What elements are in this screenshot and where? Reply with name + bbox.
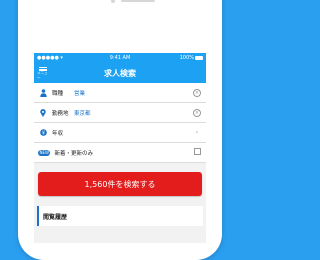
nav-bar: メニュー 求人検索 xyxy=(34,63,206,83)
phone-speaker xyxy=(121,0,155,2)
checkbox-icon[interactable] xyxy=(192,148,202,157)
menu-button[interactable]: メニュー xyxy=(37,65,49,81)
status-bar: ●●●●● ▾ 9:41 AM 100% xyxy=(34,53,206,63)
filter-row-job-type[interactable]: 職種 営業 × xyxy=(34,83,206,103)
filter-row-salary[interactable]: ¥ 年収 › xyxy=(34,123,206,143)
clear-icon[interactable]: × xyxy=(192,108,202,117)
clear-icon[interactable]: × xyxy=(192,88,202,97)
hamburger-icon xyxy=(39,67,47,72)
phone-camera xyxy=(111,0,115,3)
app-screen: ●●●●● ▾ 9:41 AM 100% メニュー 求人検索 職種 営業 × 勤… xyxy=(34,53,206,243)
page-title: 求人検索 xyxy=(104,68,136,78)
filter-label: 勤務地 xyxy=(52,110,69,117)
menu-label: メニュー xyxy=(37,71,48,80)
status-time: 9:41 AM xyxy=(109,55,131,61)
person-icon xyxy=(38,88,48,97)
filter-row-new-only[interactable]: NEW 新着・更新のみ xyxy=(34,143,206,163)
search-filters: 職種 営業 × 勤務地 東京都 × ¥ 年収 › NEW 新着・更新のみ xyxy=(34,83,206,163)
new-badge: NEW xyxy=(38,149,51,156)
location-pin-icon xyxy=(38,108,48,117)
search-button[interactable]: 1,560件を検索する xyxy=(38,172,202,196)
filter-value: 東京都 xyxy=(74,110,91,117)
svg-text:¥: ¥ xyxy=(41,131,44,137)
filter-label: 職種 xyxy=(52,90,64,97)
yen-icon: ¥ xyxy=(38,129,48,136)
new-only-label: 新着・更新のみ xyxy=(54,150,93,157)
filter-row-location[interactable]: 勤務地 東京都 × xyxy=(34,103,206,123)
chevron-right-icon: › xyxy=(195,129,199,136)
filter-label: 年収 xyxy=(52,130,64,137)
filter-value: 営業 xyxy=(74,90,86,97)
search-area: 1,560件を検索する xyxy=(34,163,206,202)
history-section-title: 閲覧履歴 xyxy=(37,206,203,226)
